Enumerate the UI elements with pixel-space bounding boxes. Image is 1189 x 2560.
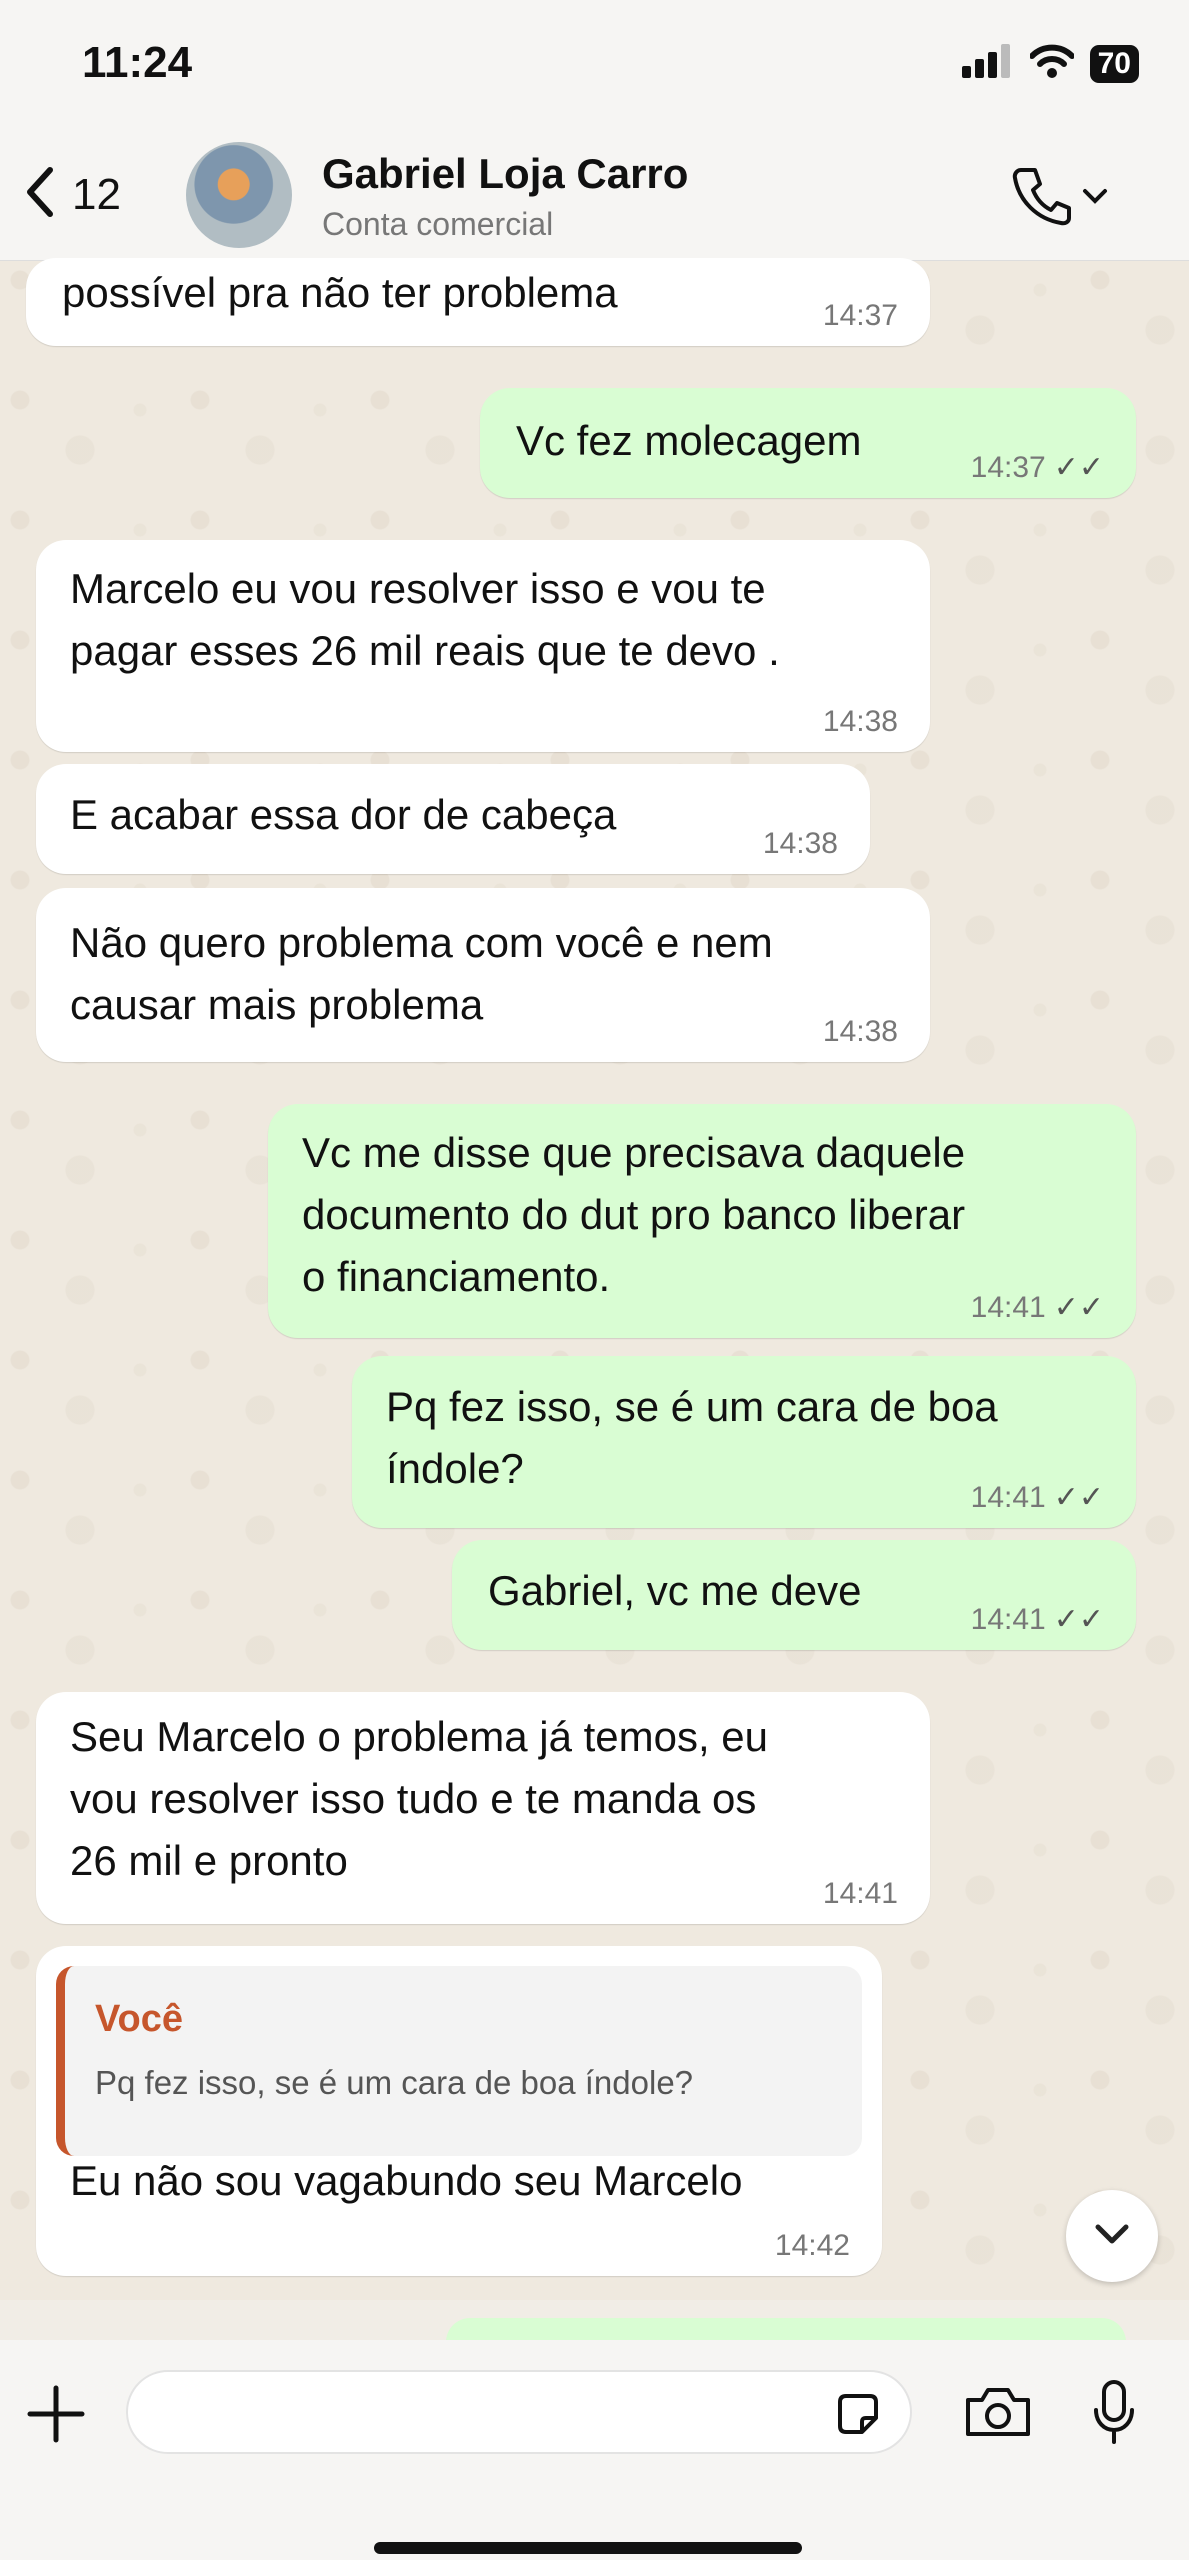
status-time: 11:24 <box>82 38 193 87</box>
message-meta: 14:37 ✓✓ <box>971 450 1104 486</box>
message-time: 14:37 <box>822 299 898 332</box>
call-button[interactable] <box>1009 164 1109 233</box>
message-bubble[interactable]: E acabar essa dor de cabeça 14:38 <box>36 764 870 874</box>
status-icons: 70 <box>961 44 1139 83</box>
read-receipt-icon: ✓✓ <box>1053 1481 1104 1514</box>
wifi-icon <box>1028 44 1075 83</box>
message-meta: 14:38 <box>823 704 898 740</box>
message-bubble[interactable]: Vc fez molecagem 14:37 ✓✓ <box>480 388 1136 498</box>
read-receipt-icon: ✓✓ <box>1053 451 1104 484</box>
unread-count: 12 <box>72 169 121 219</box>
message-bubble[interactable]: Pq fez isso, se é um cara de boa índole?… <box>352 1356 1136 1528</box>
scroll-to-bottom-button[interactable] <box>1066 2190 1158 2282</box>
message-time: 14:41 <box>970 1603 1046 1636</box>
message-text: Eu não sou vagabundo seu Marcelo <box>70 2157 743 2204</box>
message-text: Seu Marcelo o problema já temos, eu vou … <box>70 1713 769 1884</box>
chevron-down-icon <box>1081 186 1109 211</box>
plus-icon <box>24 2385 88 2450</box>
message-time: 14:41 <box>970 1291 1046 1324</box>
message-text: Gabriel, vc me deve <box>488 1567 862 1614</box>
message-meta: 14:41 ✓✓ <box>971 1602 1104 1638</box>
message-text: Pq fez isso, se é um cara de boa índole? <box>386 1383 998 1492</box>
message-text: Vc fez molecagem <box>516 417 862 464</box>
message-input[interactable] <box>126 2370 912 2454</box>
phone-icon <box>1009 164 1073 233</box>
message-text: possível pra não ter problema <box>62 269 618 316</box>
sticker-icon[interactable] <box>832 2388 884 2445</box>
message-time: 14:37 <box>970 451 1046 484</box>
message-text: E acabar essa dor de cabeça <box>70 791 617 838</box>
message-bubble[interactable]: Seu Marcelo o problema já temos, eu vou … <box>36 1692 930 1924</box>
quote-author: Você <box>95 1998 184 2040</box>
message-text: Não quero problema com você e nem causar… <box>70 919 773 1028</box>
quoted-message[interactable]: Você Pq fez isso, se é um cara de boa ín… <box>56 1966 862 2156</box>
message-time: 14:41 <box>970 1481 1046 1514</box>
attach-button[interactable] <box>24 2382 88 2451</box>
contact-name[interactable]: Gabriel Loja Carro <box>322 150 688 198</box>
voice-message-button[interactable] <box>1090 2378 1138 2451</box>
contact-subtitle: Conta comercial <box>322 206 554 242</box>
chat-header: 12 Gabriel Loja Carro Conta comercial <box>0 130 1189 261</box>
message-text: Marcelo eu vou resolver isso e vou te pa… <box>70 565 780 674</box>
status-bar: 11:24 70 <box>0 0 1189 130</box>
message-meta: 14:41 <box>823 1876 898 1912</box>
message-meta: 14:42 <box>775 2228 850 2264</box>
message-bubble[interactable]: Gabriel, vc me deve 14:41 ✓✓ <box>452 1540 1136 1650</box>
message-time: 14:42 <box>774 2229 850 2262</box>
message-time: 14:41 <box>822 1877 898 1910</box>
microphone-icon <box>1090 2380 1138 2450</box>
message-time: 14:38 <box>762 827 838 860</box>
message-bubble[interactable]: possível pra não ter problema 14:37 <box>26 258 930 346</box>
back-button[interactable]: 12 <box>22 160 121 229</box>
message-bubble[interactable]: Marcelo eu vou resolver isso e vou te pa… <box>36 540 930 752</box>
home-indicator <box>374 2542 802 2554</box>
read-receipt-icon: ✓✓ <box>1053 1291 1104 1324</box>
message-meta: 14:38 <box>823 1014 898 1050</box>
camera-icon <box>962 2388 1034 2444</box>
message-time: 14:38 <box>822 705 898 738</box>
message-meta: 14:37 <box>823 298 898 334</box>
read-receipt-icon: ✓✓ <box>1053 1603 1104 1636</box>
composer-bar <box>0 2340 1189 2560</box>
reply-message-bubble[interactable]: Você Pq fez isso, se é um cara de boa ín… <box>36 1946 882 2276</box>
message-bubble[interactable]: Vc me disse que precisava daquele docume… <box>268 1104 1136 1338</box>
camera-button[interactable] <box>962 2384 1034 2445</box>
message-text: Vc me disse que precisava daquele docume… <box>302 1129 966 1300</box>
message-meta: 14:41 ✓✓ <box>971 1290 1104 1326</box>
chevron-left-icon <box>22 160 58 229</box>
message-meta: 14:38 <box>763 826 838 862</box>
message-meta: 14:41 ✓✓ <box>971 1480 1104 1516</box>
signal-icon <box>961 44 1014 83</box>
message-time: 14:38 <box>822 1015 898 1048</box>
battery-icon: 70 <box>1089 44 1139 83</box>
message-bubble[interactable]: Não quero problema com você e nem causar… <box>36 888 930 1062</box>
quote-text: Pq fez isso, se é um cara de boa índole? <box>95 2064 694 2101</box>
chevron-down-icon <box>1092 2221 1132 2252</box>
avatar[interactable] <box>186 142 292 248</box>
